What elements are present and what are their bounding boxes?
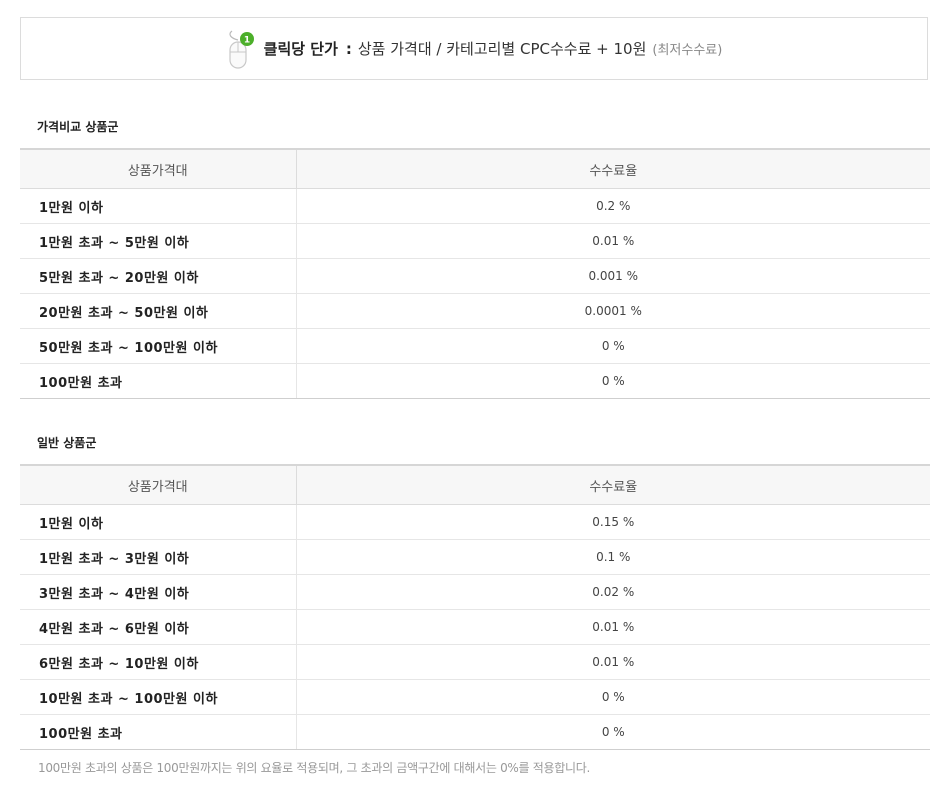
table-row: 1만원 이하 0.15 % — [20, 504, 930, 540]
table-row: 100만원 초과 0 % — [20, 714, 930, 750]
price-range-cell: 1만원 초과 ~ 3만원 이하 — [20, 539, 297, 575]
section-title-general: 일반 상품군 — [37, 436, 97, 450]
table-row: 4만원 초과 ~ 6만원 이하 0.01 % — [20, 609, 930, 645]
section-title-comparison: 가격비교 상품군 — [37, 120, 119, 134]
table-row: 50만원 초과 ~ 100만원 이하 0 % — [20, 328, 930, 364]
table-row: 100만원 초과 0 % — [20, 363, 930, 399]
column-header-range: 상품가격대 — [20, 464, 297, 505]
fee-rate-cell: 0 % — [296, 363, 930, 399]
fee-rate-cell: 0 % — [296, 679, 930, 715]
table-row: 5만원 초과 ~ 20만원 이하 0.001 % — [20, 258, 930, 294]
price-range-cell: 3만원 초과 ~ 4만원 이하 — [20, 574, 297, 610]
fee-rate-cell: 0.02 % — [296, 574, 930, 610]
mouse-icon: 1 — [226, 30, 256, 70]
column-header-range: 상품가격대 — [20, 148, 297, 189]
general-fee-table: 상품가격대 수수료율 1만원 이하 0.15 % 1만원 초과 ~ 3만원 이하… — [20, 464, 930, 750]
comparison-fee-table: 상품가격대 수수료율 1만원 이하 0.2 % 1만원 초과 ~ 5만원 이하 … — [20, 148, 930, 399]
fee-banner: 1 클릭당 단가 : 상품 가격대 / 카테고리별 CPC수수료 + 10원 (… — [20, 17, 928, 80]
fee-rate-cell: 0.0001 % — [296, 293, 930, 329]
price-range-cell: 1만원 이하 — [20, 188, 297, 224]
fee-rate-cell: 0 % — [296, 328, 930, 364]
table-row: 1만원 초과 ~ 3만원 이하 0.1 % — [20, 539, 930, 575]
fee-rate-cell: 0.001 % — [296, 258, 930, 294]
price-range-cell: 100만원 초과 — [20, 363, 297, 399]
price-range-cell: 1만원 초과 ~ 5만원 이하 — [20, 223, 297, 259]
fee-rate-cell: 0.1 % — [296, 539, 930, 575]
table-row: 3만원 초과 ~ 4만원 이하 0.02 % — [20, 574, 930, 610]
fee-rate-cell: 0.01 % — [296, 223, 930, 259]
banner-formula: 상품 가격대 / 카테고리별 CPC수수료 + 10원 — [357, 40, 647, 58]
fee-rate-cell: 0.01 % — [296, 644, 930, 680]
table-row: 6만원 초과 ~ 10만원 이하 0.01 % — [20, 644, 930, 680]
price-range-cell: 4만원 초과 ~ 6만원 이하 — [20, 609, 297, 645]
column-header-rate: 수수료율 — [296, 148, 930, 189]
fee-rate-cell: 0.01 % — [296, 609, 930, 645]
price-range-cell: 6만원 초과 ~ 10만원 이하 — [20, 644, 297, 680]
badge-number: 1 — [244, 35, 250, 45]
table-row: 1만원 초과 ~ 5만원 이하 0.01 % — [20, 223, 930, 259]
price-range-cell: 20만원 초과 ~ 50만원 이하 — [20, 293, 297, 329]
fee-rate-cell: 0 % — [296, 714, 930, 750]
footnote: 100만원 초과의 상품은 100만원까지는 위의 요율로 적용되며, 그 초과… — [38, 761, 590, 775]
price-range-cell: 50만원 초과 ~ 100만원 이하 — [20, 328, 297, 364]
price-range-cell: 5만원 초과 ~ 20만원 이하 — [20, 258, 297, 294]
banner-title: 클릭당 단가 — [263, 40, 338, 58]
table-row: 10만원 초과 ~ 100만원 이하 0 % — [20, 679, 930, 715]
banner-note: (최저수수료) — [652, 43, 723, 58]
table-row: 1만원 이하 0.2 % — [20, 188, 930, 224]
fee-rate-cell: 0.2 % — [296, 188, 930, 224]
column-header-rate: 수수료율 — [296, 464, 930, 505]
table-row: 20만원 초과 ~ 50만원 이하 0.0001 % — [20, 293, 930, 329]
price-range-cell: 10만원 초과 ~ 100만원 이하 — [20, 679, 297, 715]
price-range-cell: 100만원 초과 — [20, 714, 297, 750]
fee-rate-cell: 0.15 % — [296, 504, 930, 540]
price-range-cell: 1만원 이하 — [20, 504, 297, 540]
table-header-row: 상품가격대 수수료율 — [20, 148, 930, 189]
banner-colon: : — [345, 39, 352, 58]
table-header-row: 상품가격대 수수료율 — [20, 464, 930, 505]
